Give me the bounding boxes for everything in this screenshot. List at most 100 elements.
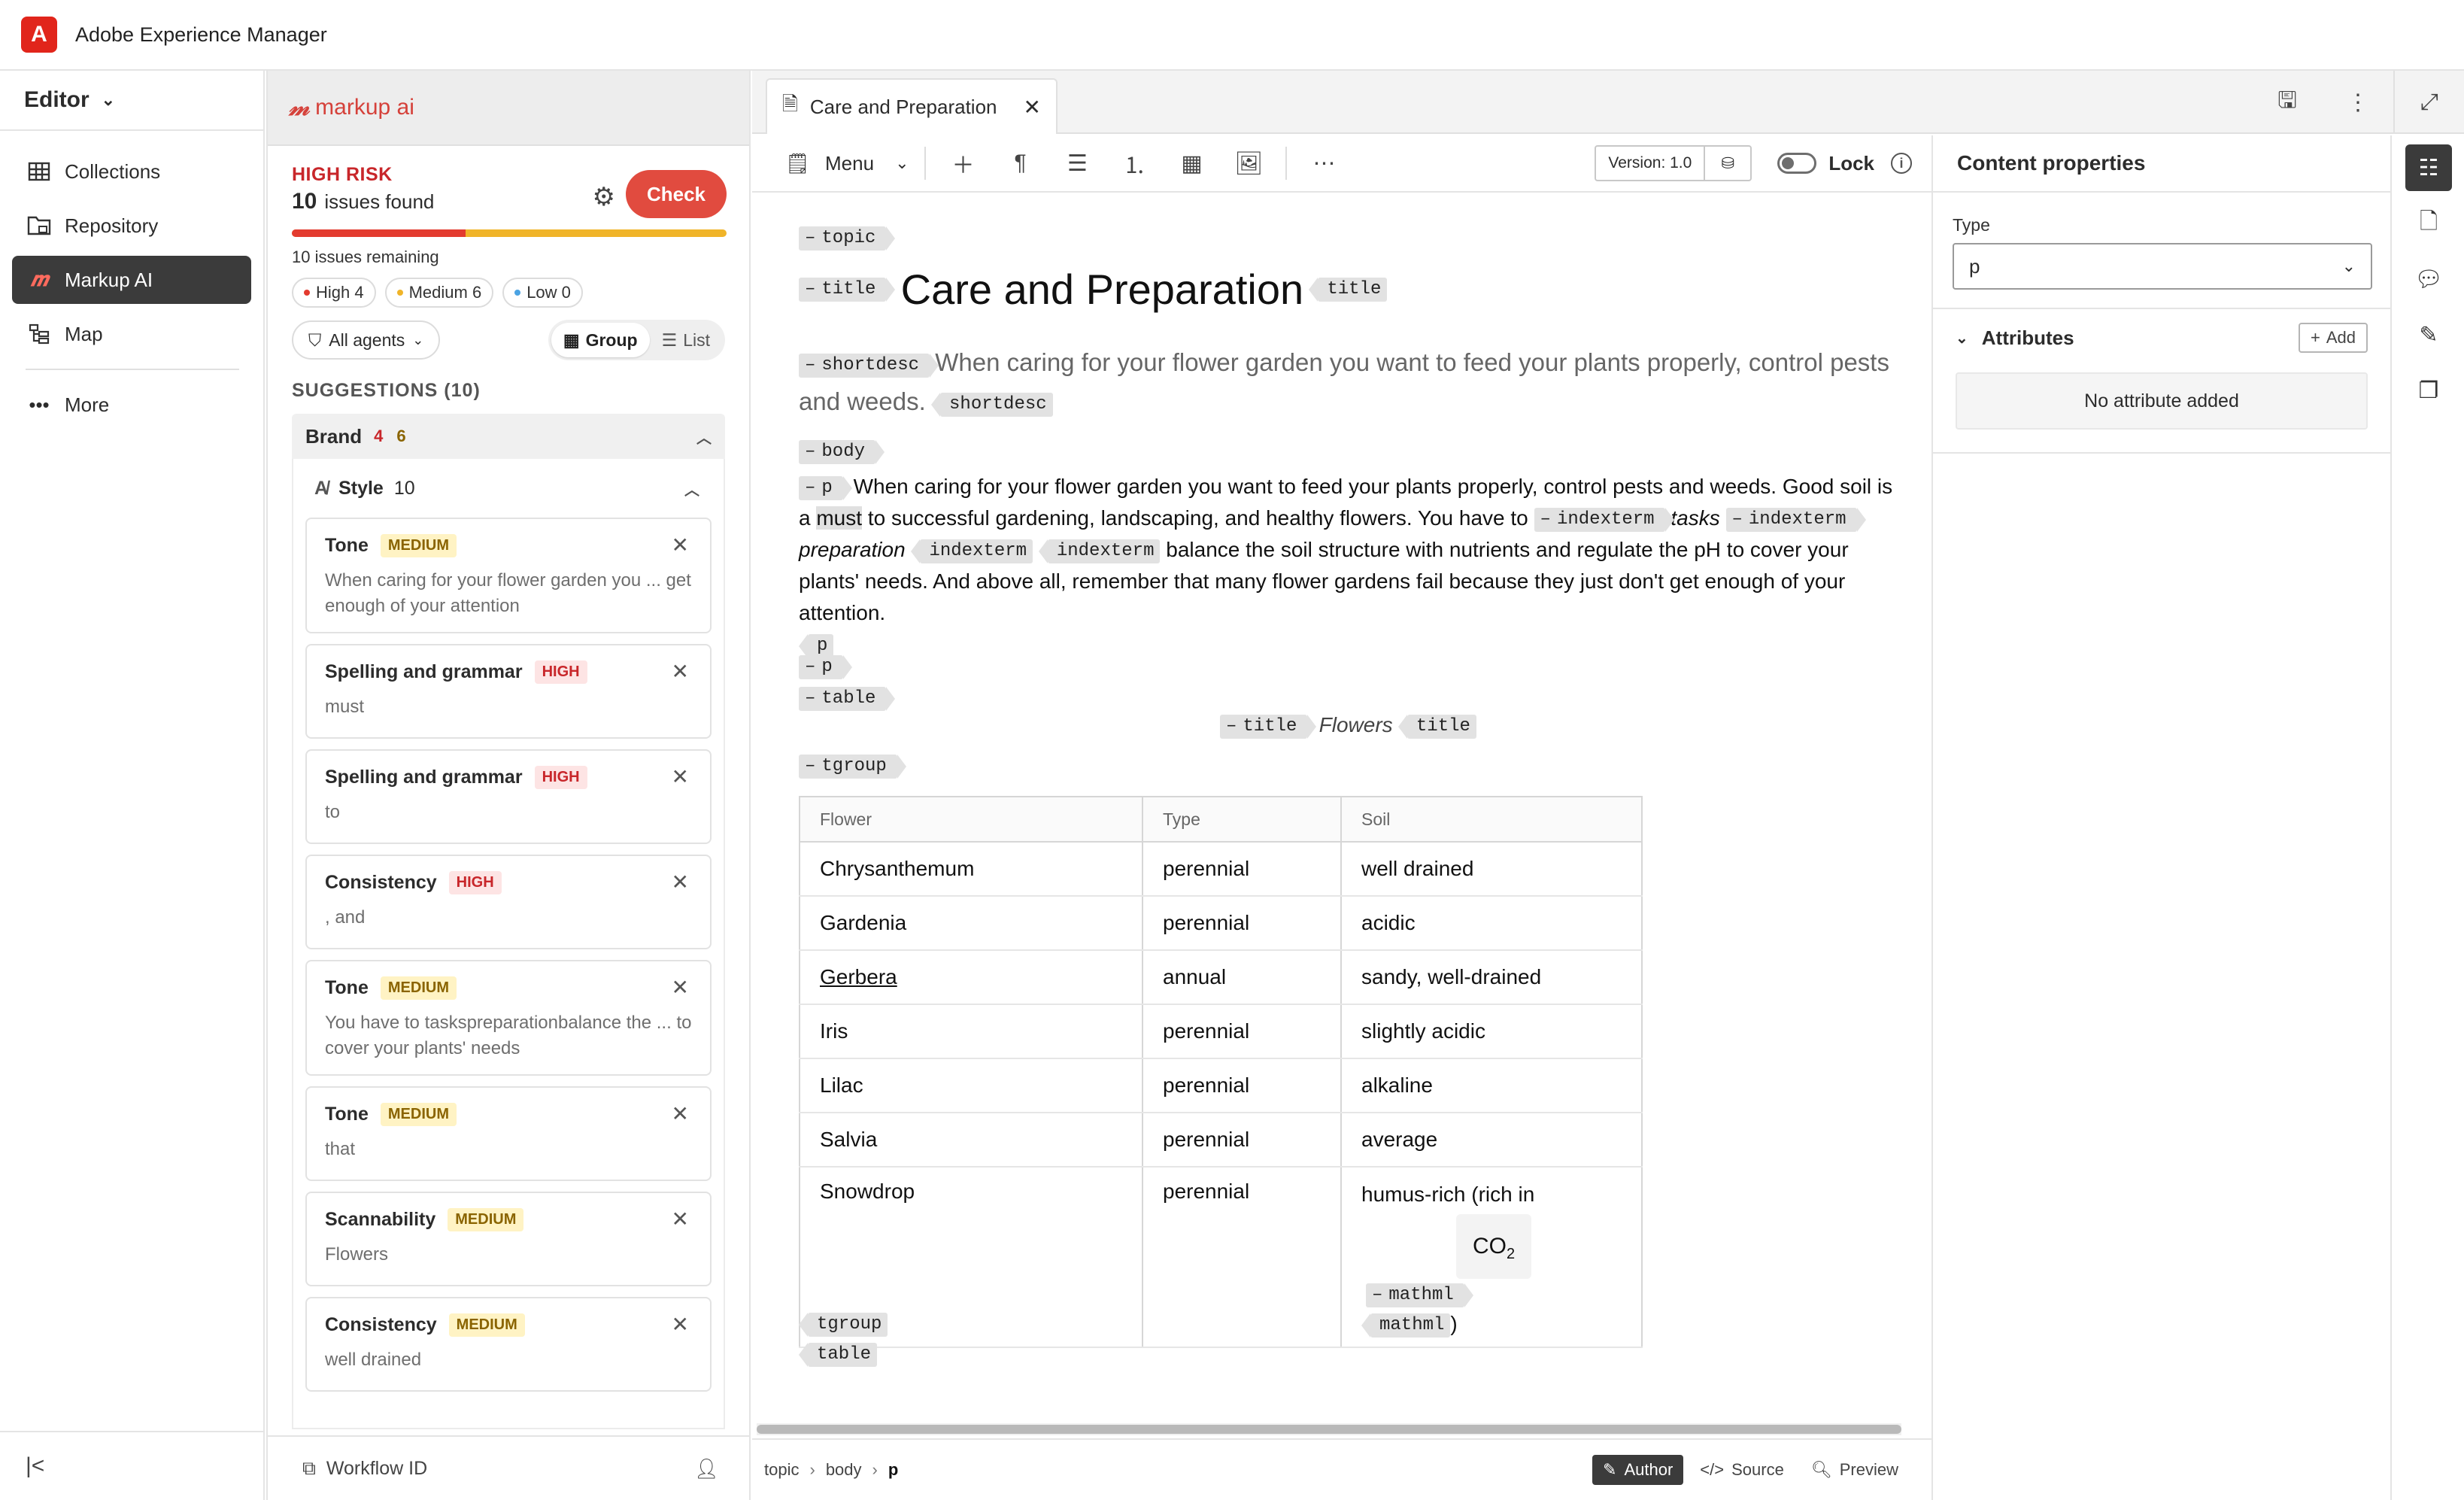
document-canvas[interactable]: – topic – title Care and Preparation title… — [752, 194, 1930, 1423]
horizontal-scrollbar[interactable] — [757, 1423, 1901, 1435]
tag-body-open[interactable]: – body — [799, 440, 885, 465]
tag-topic-open[interactable]: – topic — [799, 226, 896, 251]
table-cell[interactable]: sandy, well-drained — [1341, 950, 1643, 1005]
chip-high[interactable]: High 4 — [292, 278, 376, 308]
paragraph-element[interactable]: – p When caring for your flower garden yo… — [798, 471, 1904, 660]
nav-item-markup-ai[interactable]: 𝒎 Markup AI — [12, 256, 251, 304]
close-icon[interactable]: ✕ — [672, 1312, 689, 1337]
mathml-formula[interactable]: CO2 — [1456, 1214, 1531, 1279]
tag-indexterm-open[interactable]: – indexterm — [1725, 507, 1866, 532]
lock-toggle[interactable] — [1777, 153, 1817, 174]
source-view-button[interactable]: </> Source — [1689, 1455, 1795, 1485]
table-cell[interactable]: perennial — [1142, 896, 1342, 951]
table-cell[interactable]: humus-rich (rich in CO2 – mathml mathml) — [1341, 1167, 1643, 1348]
breadcrumb-p[interactable]: p — [888, 1460, 898, 1480]
chip-low[interactable]: Low 0 — [502, 278, 583, 308]
save-icon[interactable]: 🖫︎ — [2252, 71, 2323, 134]
table-cell[interactable]: Gardenia — [800, 896, 1143, 951]
tag-table-close[interactable]: table — [798, 1343, 878, 1368]
suggestion-card[interactable]: Tone MEDIUM that ✕ — [305, 1086, 712, 1181]
tag-indexterm-close[interactable]: indexterm — [1038, 539, 1161, 563]
table-cell[interactable]: perennial — [1142, 1167, 1342, 1348]
close-icon[interactable]: ✕ — [672, 764, 689, 789]
workflow-id-field[interactable]: ⧉ Workflow ID 👤︎ — [268, 1435, 749, 1500]
style-group-header[interactable]: A̸ Style 10 ︿ — [305, 459, 712, 518]
tag-table-open[interactable]: – table — [799, 687, 896, 712]
suggestion-card[interactable]: Tone MEDIUM You have to taskspreparationb… — [305, 960, 712, 1076]
stack-icon[interactable]: ❐ — [2405, 367, 2452, 414]
pen-icon[interactable]: ✎ — [2405, 311, 2452, 358]
expand-icon[interactable]: ⤢ — [2393, 71, 2464, 134]
table-cell[interactable]: Iris — [800, 1004, 1143, 1059]
all-agents-filter[interactable]: ⛉ All agents ⌄ — [292, 320, 441, 360]
menu-button[interactable]: 🗒︎ Menu ⌄ — [785, 152, 909, 175]
close-icon[interactable]: ✕ — [672, 533, 689, 557]
suggestion-card[interactable]: Scannability MEDIUM Flowers ✕ — [305, 1192, 712, 1286]
nav-item-map[interactable]: Map — [12, 310, 251, 358]
column-header[interactable]: Soil — [1340, 796, 1643, 843]
file-settings-icon[interactable]: 🗋︎ — [2405, 200, 2452, 247]
editor-dropdown[interactable]: Editor ⌄ — [0, 71, 263, 131]
tag-indexterm-open[interactable]: – indexterm — [1534, 507, 1674, 532]
tag-title-close[interactable]: title — [1309, 277, 1388, 302]
brand-group-header[interactable]: Brand 4 6 ︿ — [292, 414, 725, 459]
suggestion-card[interactable]: Spelling and grammar HIGH must ✕ — [305, 644, 712, 739]
column-header[interactable]: Type — [1142, 796, 1342, 843]
close-icon[interactable]: ✕ — [672, 659, 689, 684]
version-selector[interactable]: Version: 1.0 ⛁ — [1595, 145, 1752, 181]
table-cell[interactable]: average — [1341, 1113, 1643, 1168]
tag-shortdesc-close[interactable]: shortdesc — [931, 393, 1053, 418]
add-attribute-button[interactable]: + Add — [2298, 323, 2368, 353]
close-icon[interactable]: ✕ — [672, 975, 689, 1000]
nav-item-more[interactable]: ••• More — [12, 381, 251, 429]
gear-icon[interactable]: ⚙ — [593, 182, 615, 212]
document-title[interactable]: Care and Preparation — [901, 266, 1303, 313]
tag-mathml-close[interactable]: mathml — [1361, 1313, 1451, 1338]
table-cell[interactable]: perennial — [1142, 1058, 1342, 1113]
tag-p-open[interactable]: – p — [799, 655, 852, 680]
paragraph-icon[interactable]: ¶ — [1000, 142, 1042, 184]
attributes-section-header[interactable]: ⌄ Attributes + Add — [1933, 309, 2390, 366]
tag-p-open[interactable]: – p — [799, 475, 852, 500]
tab-care-and-preparation[interactable]: 🗎︎ Care and Preparation ✕ — [766, 78, 1058, 134]
preview-view-button[interactable]: 🔍︎ Preview — [1801, 1455, 1909, 1485]
table-cell[interactable]: perennial — [1142, 1004, 1342, 1059]
nav-item-collections[interactable]: Collections — [12, 147, 251, 196]
version-history-icon[interactable]: ⛁ — [1705, 154, 1750, 173]
table-cell[interactable]: perennial — [1142, 842, 1342, 897]
close-icon[interactable]: ✕ — [672, 870, 689, 894]
tag-shortdesc-open[interactable]: – shortdesc — [799, 354, 939, 378]
table-cell[interactable]: Gerbera — [800, 950, 1143, 1005]
bullet-list-icon[interactable]: ☰ — [1057, 142, 1099, 184]
column-header[interactable]: Flower — [799, 796, 1143, 843]
table-cell[interactable]: alkaline — [1341, 1058, 1643, 1113]
close-icon[interactable]: ✕ — [672, 1101, 689, 1126]
type-select[interactable]: p ⌄ — [1953, 243, 2372, 290]
scrollbar-thumb[interactable] — [757, 1425, 1901, 1434]
suggestion-card[interactable]: Consistency MEDIUM well drained ✕ — [305, 1297, 712, 1392]
table-cell[interactable]: Salvia — [800, 1113, 1143, 1168]
more-horizontal-icon[interactable]: ⋯ — [1303, 142, 1346, 184]
highlighted-word[interactable]: must — [816, 506, 863, 530]
suggestion-card[interactable]: Tone MEDIUM When caring for your flower g… — [305, 518, 712, 633]
breadcrumb-topic[interactable]: topic — [764, 1460, 799, 1480]
table-cell[interactable]: Chrysanthemum — [800, 842, 1143, 897]
table-cell[interactable]: well drained — [1341, 842, 1643, 897]
table-cell[interactable]: perennial — [1142, 1113, 1342, 1168]
image-icon[interactable]: 🖼︎ — [1228, 142, 1270, 184]
close-icon[interactable]: ✕ — [1024, 95, 1041, 120]
tag-indexterm-close[interactable]: indexterm — [911, 539, 1033, 563]
insert-plus-icon[interactable]: ＋ — [942, 142, 985, 184]
table-cell[interactable]: acidic — [1341, 896, 1643, 951]
table-cell[interactable]: slightly acidic — [1341, 1004, 1643, 1059]
collapse-sidebar-button[interactable]: |< — [0, 1431, 263, 1500]
author-view-button[interactable]: ✎ Author — [1592, 1455, 1684, 1485]
close-icon[interactable]: ✕ — [672, 1207, 689, 1231]
comments-icon[interactable]: 💬︎ — [2405, 256, 2452, 302]
tag-title-open[interactable]: – title — [799, 277, 896, 302]
chip-medium[interactable]: Medium 6 — [384, 278, 494, 308]
sliders-icon[interactable]: ☷ — [2405, 144, 2452, 191]
tag-title-open[interactable]: – title — [1220, 715, 1317, 739]
check-button[interactable]: Check — [626, 170, 727, 218]
table-cell[interactable]: Lilac — [800, 1058, 1143, 1113]
